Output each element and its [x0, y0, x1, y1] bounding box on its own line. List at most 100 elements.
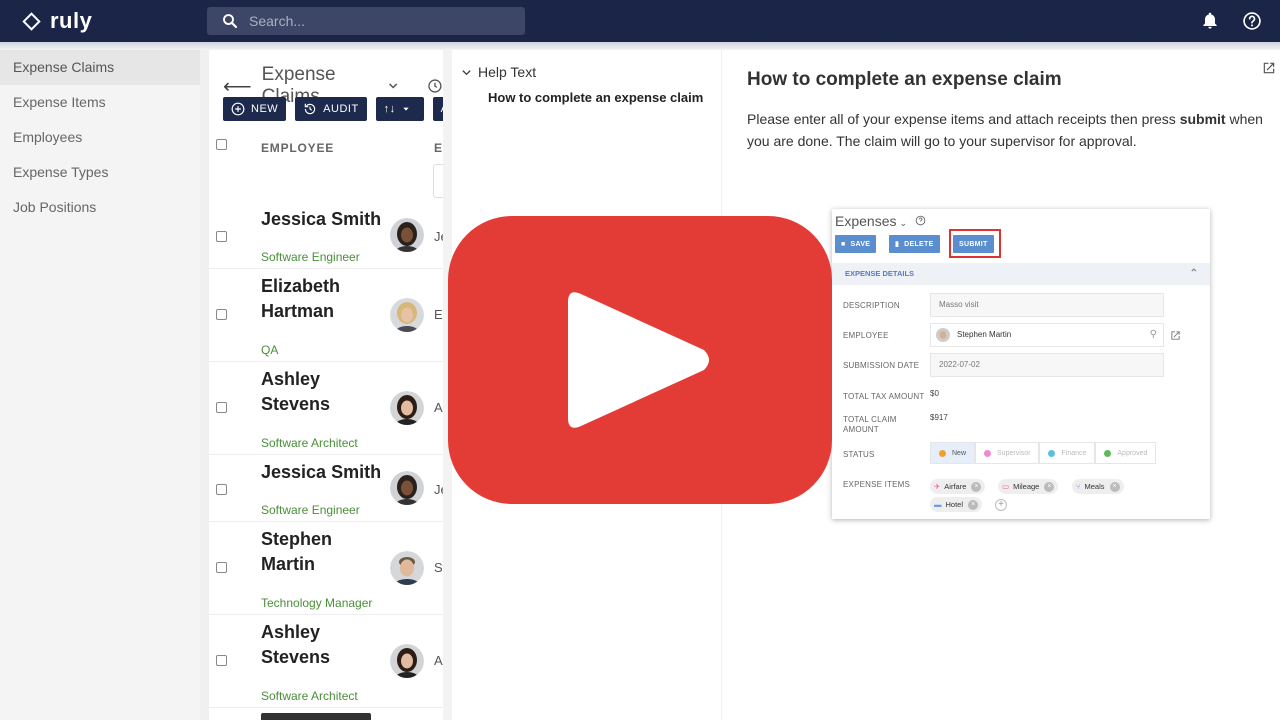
- row-truncated-text: El: [434, 307, 443, 322]
- help-icon[interactable]: [1242, 11, 1262, 31]
- bed-icon: ▬: [934, 500, 942, 509]
- help-tree-item[interactable]: How to complete an expense claim: [488, 90, 703, 105]
- employee-name: Stephen Martin: [261, 529, 333, 574]
- expense-item-chip: ▬ Hotel ×: [930, 497, 983, 512]
- section-label: EXPENSE DETAILS: [845, 269, 915, 278]
- plane-icon: ✈: [934, 482, 941, 491]
- chevron-down-icon[interactable]: [387, 79, 399, 93]
- sidebar-item-expense-items[interactable]: Expense Items: [0, 85, 200, 120]
- table-row[interactable]: Jessica Smith Software Engineer Jes: [209, 202, 443, 269]
- help-content-body: Please enter all of your expense items a…: [747, 108, 1277, 152]
- top-bar: ruly: [0, 0, 1280, 42]
- sidebar-item-job-positions[interactable]: Job Positions: [0, 190, 200, 225]
- help-tree-heading[interactable]: Help Text: [461, 64, 536, 80]
- clock-icon[interactable]: [427, 77, 443, 95]
- employee-name: Ashley Stevens: [261, 622, 331, 667]
- status-dot: [939, 449, 946, 457]
- table-row[interactable]: Ashley Stevens Software Architect Ash: [209, 615, 443, 708]
- row-truncated-text: Jes: [434, 482, 443, 497]
- add-circle-icon: +: [995, 499, 1007, 511]
- sort-icon: ↑↓: [383, 103, 396, 115]
- total-claim-label: TOTAL CLAIM: [843, 415, 897, 424]
- status-label: STATUS: [843, 450, 875, 459]
- employee-field: Stephen Martin ⚲: [930, 323, 1164, 347]
- status-step: Supervisor: [975, 442, 1040, 464]
- floppy-icon: ■: [841, 240, 846, 248]
- list-toolbar: NEW AUDIT ↑↓ A(: [223, 97, 443, 121]
- car-icon: ▭: [1002, 482, 1010, 491]
- employee-name: Jessica Smith: [261, 209, 382, 229]
- header-shadow: [0, 42, 1280, 50]
- more-button[interactable]: A(: [432, 97, 443, 121]
- total-claim-label-line2: AMOUNT: [843, 425, 879, 434]
- chevron-up-icon: ⌃: [1189, 268, 1198, 279]
- row-checkbox[interactable]: [216, 231, 227, 242]
- sort-button[interactable]: ↑↓: [375, 97, 424, 121]
- expense-item-chip: ▭ Mileage ×: [998, 479, 1059, 494]
- table-row[interactable]: Stephen Martin Technology Manager Ste: [209, 522, 443, 615]
- row-checkbox[interactable]: [216, 655, 227, 666]
- row-checkbox[interactable]: [216, 484, 227, 495]
- employee-name: Elizabeth Hartman: [261, 276, 341, 321]
- help-icon: [915, 215, 926, 226]
- sidebar-item-expense-types[interactable]: Expense Types: [0, 155, 200, 190]
- sidebar-item-employees[interactable]: Employees: [0, 120, 200, 155]
- avatar: [936, 328, 950, 342]
- employee-label: EMPLOYEE: [843, 331, 889, 340]
- filter-input[interactable]: [433, 164, 443, 198]
- audit-button[interactable]: AUDIT: [295, 97, 367, 121]
- select-all-checkbox[interactable]: [216, 139, 227, 150]
- chip-label: Hotel: [945, 500, 964, 509]
- submission-date-label: SUBMISSION DATE: [843, 361, 920, 370]
- row-checkbox[interactable]: [216, 309, 227, 320]
- chip-label: Mileage: [1013, 482, 1040, 491]
- description-label: DESCRIPTION: [843, 301, 900, 310]
- back-arrow-icon[interactable]: ⟵: [223, 74, 252, 99]
- search-bar[interactable]: [207, 7, 525, 35]
- caret-down-icon: [403, 107, 409, 111]
- employee-role: Software Engineer: [261, 503, 360, 517]
- column-next[interactable]: E: [434, 141, 443, 155]
- submit-highlight-frame: [949, 229, 1001, 258]
- status-dot: [984, 449, 992, 457]
- expense-items-label: EXPENSE ITEMS: [843, 480, 911, 489]
- chip-label: Meals: [1084, 482, 1105, 491]
- embedded-expense-screenshot: Expenses ⌄ ■ SAVE ▮ DELETE SUBMIT EXPENSE D…: [832, 209, 1210, 519]
- divider: [200, 50, 209, 720]
- employee-role: Technology Manager: [261, 596, 373, 610]
- employee-role: Software Architect: [261, 689, 358, 703]
- employee-name: Ashley Stevens: [261, 369, 331, 414]
- row-truncated-text: As: [434, 400, 443, 415]
- row-truncated-text: Ash: [434, 653, 443, 668]
- row-checkbox[interactable]: [216, 402, 227, 413]
- column-employee[interactable]: EMPLOYEE: [261, 141, 334, 155]
- sidebar: Expense Claims Expense Items Employees E…: [0, 50, 200, 720]
- ruly-logo[interactable]: ruly: [22, 8, 92, 34]
- total-tax-label: TOTAL TAX AMOUNT: [843, 392, 925, 401]
- row-checkbox[interactable]: [216, 562, 227, 573]
- status-stepper: New Supervisor Finance Approved: [930, 442, 1157, 464]
- body-text-bold: submit: [1179, 111, 1226, 127]
- avatar: [390, 471, 424, 505]
- body-text-start: Please enter all of your expense items a…: [747, 111, 1180, 127]
- status-step: Approved: [1095, 442, 1157, 464]
- table-row[interactable]: [209, 708, 443, 720]
- employee-field-value: Stephen Martin: [957, 330, 1012, 339]
- submission-date-field: 2022-07-02: [930, 353, 1164, 377]
- employee-role: Software Engineer: [261, 250, 360, 264]
- play-icon: [568, 292, 709, 428]
- remove-chip-icon: ×: [971, 481, 982, 492]
- search-input[interactable]: [249, 13, 509, 29]
- employee-role: Software Architect: [261, 436, 358, 450]
- table-row[interactable]: Ashley Stevens Software Architect As: [209, 362, 443, 455]
- new-button[interactable]: NEW: [223, 97, 287, 121]
- table-row[interactable]: Elizabeth Hartman QA El: [209, 269, 443, 362]
- logo-text: ruly: [50, 8, 93, 33]
- avatar: [390, 391, 424, 425]
- bell-icon[interactable]: [1200, 11, 1220, 31]
- sidebar-item-expense-claims[interactable]: Expense Claims: [0, 50, 200, 85]
- video-play-button[interactable]: [448, 216, 832, 504]
- history-icon: [304, 103, 316, 115]
- open-external-icon[interactable]: [1262, 61, 1276, 75]
- table-row[interactable]: Jessica Smith Software Engineer Jes: [209, 455, 443, 522]
